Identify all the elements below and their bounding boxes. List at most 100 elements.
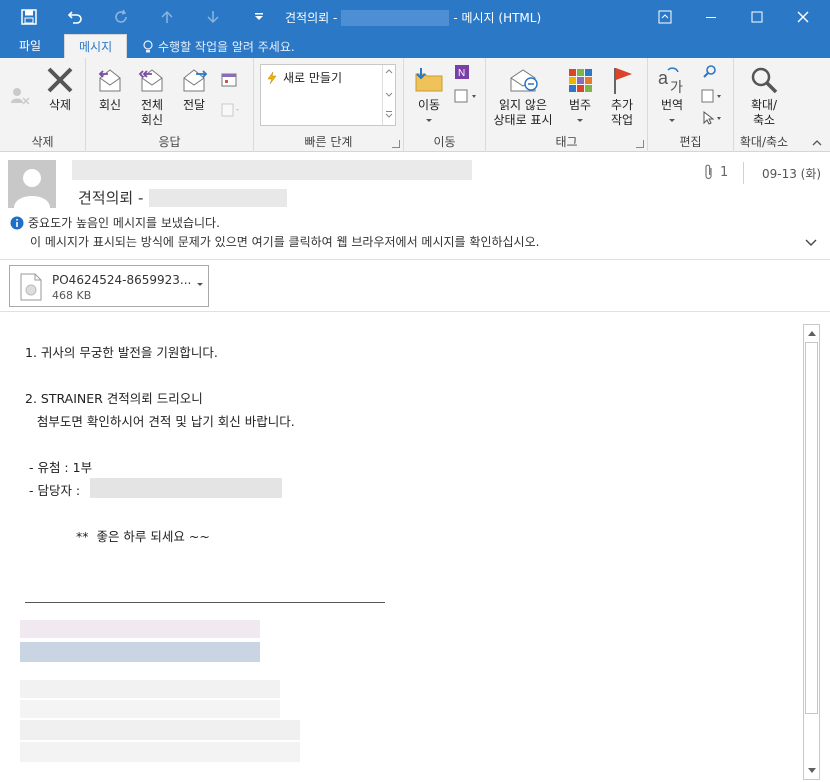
scroll-down-icon[interactable] — [807, 767, 817, 775]
reply-all-label-2: 회신 — [140, 113, 164, 127]
attachment-size: 468 KB — [52, 289, 92, 302]
group-label-move: 이동 — [433, 135, 456, 149]
tab-message[interactable]: 메시지 — [64, 34, 128, 58]
redacted-contact — [90, 478, 282, 498]
categorize-button[interactable]: 범주 — [560, 64, 600, 128]
onenote-icon: N — [455, 65, 469, 79]
ignore-button[interactable] — [6, 84, 34, 110]
window-title-prefix: 견적의뢰 - — [285, 11, 338, 25]
maximize-icon[interactable] — [734, 0, 780, 34]
related-icon — [701, 89, 721, 103]
attachment-count-value: 1 — [720, 164, 729, 180]
importance-notice: 중요도가 높음인 메시지를 보냈습니다. — [28, 216, 220, 230]
body-line-1: 1. 귀사의 무궁한 발전을 기원합니다. — [25, 345, 218, 360]
up-arrow-icon[interactable] — [144, 0, 190, 34]
mark-unread-icon — [510, 69, 538, 92]
group-label-respond: 응답 — [158, 135, 181, 149]
folder-move-icon — [415, 68, 443, 92]
group-label-zoom: 확대/축소 — [739, 135, 789, 149]
redo-icon[interactable] — [98, 0, 144, 34]
svg-text:a: a — [658, 68, 669, 88]
undo-icon[interactable] — [52, 0, 98, 34]
info-bar[interactable]: 중요도가 높음인 메시지를 보냈습니다. 이 메시지가 표시되는 방식에 문제가… — [10, 214, 539, 250]
redacted-signature-line-3 — [20, 720, 300, 740]
tags-launcher-icon[interactable] — [636, 140, 644, 148]
message-header: 견적의뢰 - 1 09-13 (화) 중요도가 높음인 메시지를 보냈습니다. … — [0, 152, 830, 260]
zoom-button[interactable]: 확대/ 축소 — [740, 64, 788, 128]
redacted-sender — [341, 9, 450, 26]
tell-me-box[interactable]: 수행할 작업을 알려 주세요. — [142, 38, 295, 55]
more-respond-button[interactable] — [218, 102, 244, 122]
view-in-browser-notice[interactable]: 이 메시지가 표시되는 방식에 문제가 있으면 여기를 클릭하여 웹 브라우저에… — [30, 233, 539, 250]
vertical-scrollbar[interactable] — [803, 324, 820, 780]
window-title-suffix: - 메시지 (HTML) — [453, 11, 542, 25]
attachment-strip: PO4624524-8659923... 468 KB — [0, 260, 830, 312]
redacted-signature-name — [20, 642, 260, 662]
actions-button[interactable] — [452, 88, 482, 108]
categorize-label: 범주 — [568, 98, 592, 112]
meeting-reply-button[interactable] — [218, 72, 240, 92]
reply-icon — [98, 69, 121, 92]
scroll-thumb[interactable] — [805, 342, 818, 714]
related-button[interactable] — [700, 88, 726, 108]
reply-all-button[interactable]: 전체 회신 — [132, 64, 172, 128]
group-move: 이동 N 이동 — [404, 58, 486, 152]
actions-icon — [454, 89, 476, 103]
translate-button[interactable]: a가 번역 — [652, 64, 692, 128]
collapse-ribbon-icon[interactable] — [812, 136, 822, 150]
header-divider — [743, 162, 744, 184]
follow-up-button[interactable]: 추가 작업 — [602, 64, 642, 128]
move-dropdown-icon — [426, 119, 432, 122]
body-line-2: 2. STRAINER 견적의뢰 드리오니 — [25, 391, 203, 406]
down-arrow-icon[interactable] — [190, 0, 236, 34]
minimize-icon[interactable] — [688, 0, 734, 34]
group-label-quick-steps: 빠른 단계 — [304, 135, 353, 149]
tab-file[interactable]: 파일 — [5, 34, 55, 58]
ribbon: 삭제 삭제 회신 전체 회신 전달 응답 빠른 단계 새로 만들기 이동 N 이… — [0, 58, 830, 152]
quick-steps-scroll[interactable] — [382, 65, 395, 125]
group-delete: 삭제 삭제 — [0, 58, 86, 152]
forward-icon — [183, 69, 208, 92]
mark-unread-label-2: 상태로 표시 — [493, 113, 553, 127]
redacted-signature-line-4 — [20, 742, 300, 762]
reply-button[interactable]: 회신 — [92, 64, 128, 113]
message-body: 1. 귀사의 무궁한 발전을 기원합니다. 2. STRAINER 견적의뢰 드… — [0, 312, 830, 782]
info-icon — [10, 216, 24, 229]
signature-divider — [25, 602, 385, 603]
customize-toolbar-icon[interactable] — [236, 0, 282, 34]
message-subject: 견적의뢰 - — [78, 187, 288, 208]
attachment-name: PO4624524-8659923... — [52, 273, 192, 287]
quick-step-new[interactable]: 새로 만들기 — [265, 69, 342, 86]
select-button[interactable] — [700, 110, 726, 130]
quick-steps-launcher-icon[interactable] — [392, 140, 400, 148]
save-icon[interactable] — [6, 0, 52, 34]
redacted-subject — [149, 188, 288, 207]
translate-dropdown-icon — [669, 119, 675, 122]
onenote-button[interactable]: N — [452, 64, 472, 84]
magnifier-icon — [751, 67, 778, 94]
close-icon[interactable] — [780, 0, 826, 34]
forward-label: 전달 — [182, 98, 206, 112]
attachment-item[interactable]: PO4624524-8659923... 468 KB — [9, 265, 209, 307]
follow-up-label-2: 작업 — [610, 113, 634, 127]
title-bar: 견적의뢰 - - 메시지 (HTML) — [0, 0, 830, 34]
follow-up-label-1: 추가 — [610, 98, 634, 112]
move-button[interactable]: 이동 — [410, 64, 448, 128]
scroll-up-icon[interactable] — [807, 329, 817, 337]
mark-unread-label-1: 읽지 않은 — [499, 98, 547, 112]
attachment-dropdown-icon[interactable] — [196, 282, 204, 288]
search-icon — [703, 65, 716, 78]
body-line-3: 첨부도면 확인하시어 견적 및 납기 회신 바랍니다. — [25, 414, 295, 429]
quick-steps-gallery[interactable]: 새로 만들기 — [260, 64, 396, 126]
delete-button[interactable]: 삭제 — [40, 64, 80, 113]
forward-button[interactable]: 전달 — [176, 64, 212, 113]
redacted-signature-line-2 — [20, 700, 280, 718]
expand-header-icon[interactable] — [804, 237, 818, 251]
ribbon-display-options-icon[interactable] — [642, 0, 688, 34]
mark-unread-button[interactable]: 읽지 않은 상태로 표시 — [490, 64, 556, 128]
lightbulb-icon — [143, 39, 153, 52]
cursor-icon — [703, 110, 721, 125]
find-button[interactable] — [700, 64, 720, 84]
body-line-6: ** 좋은 하루 되세요 ~~ — [76, 529, 210, 544]
flag-icon — [614, 68, 632, 94]
